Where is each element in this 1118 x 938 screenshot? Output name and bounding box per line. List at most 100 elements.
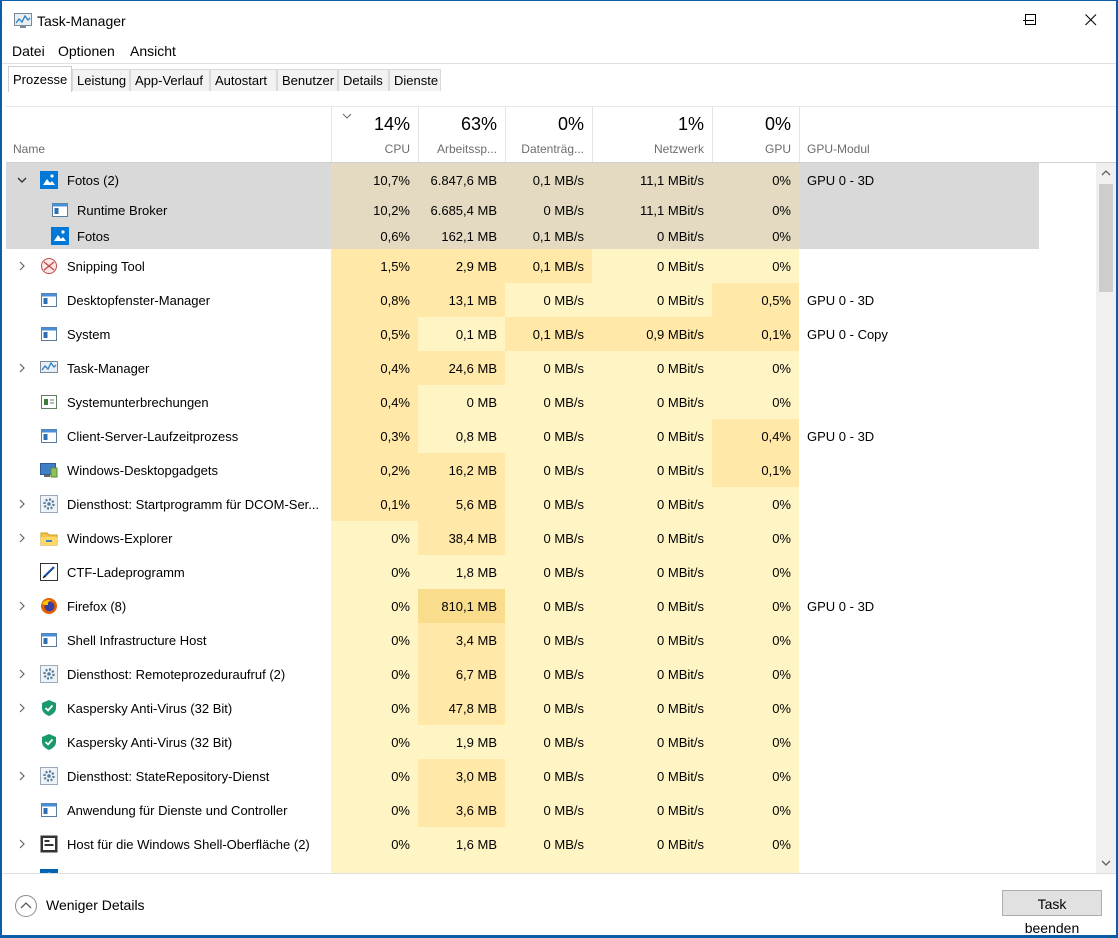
process-name-cell: Client-Server-Laufzeitprozess [6, 419, 331, 453]
process-mem-value: 13,1 MB [418, 283, 505, 317]
process-net-value: 0 MBit/s [592, 385, 712, 419]
column-header-name[interactable]: Name [6, 107, 331, 162]
collapse-details-icon[interactable] [14, 894, 38, 918]
chevron-right-icon[interactable] [16, 600, 28, 612]
column-label-disk: Datenträg... [521, 142, 584, 156]
menu-optionen[interactable]: Optionen [58, 43, 115, 59]
process-disk-value: 0 MB/s [505, 589, 592, 623]
process-row[interactable]: Firefox (8) 0% 810,1 MB 0 MB/s 0 MBit/s 0% GPU… [6, 589, 1094, 623]
process-row[interactable]: Diensthost: Remoteprozeduraufruf (2) 0% 6,… [6, 657, 1094, 691]
process-disk-value: 0,1 MB/s [505, 317, 592, 351]
sub-process-row[interactable]: Runtime Broker 10,2% 6.685,4 MB 0 MB/s 11,1 … [6, 197, 1094, 223]
process-gpu-engine-value [799, 351, 1039, 385]
process-gpu-engine-value [799, 385, 1039, 419]
process-name: Fotos [77, 228, 110, 244]
process-name: Anwendung für Dienste und Controller [67, 802, 288, 818]
chevron-right-icon[interactable] [16, 260, 28, 272]
process-row[interactable]: Kaspersky Anti-Virus (32 Bit) 0% 1,9 MB 0 M… [6, 725, 1094, 759]
process-row[interactable]: Windows-Explorer 0% 38,4 MB 0 MB/s 0 MBit/s 0… [6, 521, 1094, 555]
photos-icon [40, 171, 58, 189]
task-manager-app-icon [14, 13, 32, 29]
process-gpu-engine-value [799, 487, 1039, 521]
process-gpu-value: 0% [712, 589, 799, 623]
process-name-cell: Runtime Broker [6, 197, 331, 223]
column-header-network[interactable]: 1% Netzwerk [592, 107, 712, 162]
chevron-right-icon[interactable] [16, 498, 28, 510]
process-row[interactable]: Shell Infrastructure Host 0% 3,4 MB 0 MB/s 0… [6, 623, 1094, 657]
menu-datei[interactable]: Datei [12, 43, 45, 59]
column-header-memory[interactable]: 63% Arbeitssp... [418, 107, 505, 162]
process-mem-value: 1,9 MB [418, 725, 505, 759]
tab-benutzer[interactable]: Benutzer [277, 69, 338, 91]
process-mem-value: 24,6 MB [418, 351, 505, 385]
process-cpu-value: 0% [331, 521, 418, 555]
menu-ansicht[interactable]: Ansicht [130, 43, 176, 59]
tab-leistung[interactable]: Leistung [72, 69, 130, 91]
process-row[interactable]: Windows-Desktopgadgets 0,2% 16,2 MB 0 MB/s 0… [6, 453, 1094, 487]
process-cpu-value: 0,5% [331, 317, 418, 351]
process-row[interactable]: Kaspersky Anti-Virus (32 Bit) 0% 47,8 MB 0 … [6, 691, 1094, 725]
scroll-down-icon[interactable] [1101, 860, 1111, 867]
shield-icon [40, 733, 58, 751]
chevron-right-icon[interactable] [16, 668, 28, 680]
process-mem-value: 6.685,4 MB [418, 197, 505, 223]
chevron-right-icon[interactable] [16, 532, 28, 544]
tab-dienste[interactable]: Dienste [389, 69, 441, 91]
scrollbar-thumb[interactable] [1099, 184, 1113, 292]
process-row[interactable]: Anwendung für Dienste und Controller 0% 3,… [6, 793, 1094, 827]
tab-prozesse[interactable]: Prozesse [8, 66, 72, 92]
column-header-disk[interactable]: 0% Datenträg... [505, 107, 592, 162]
tab-bar: Prozesse Leistung App-Verlauf Autostart … [2, 64, 1116, 92]
chevron-right-icon[interactable] [16, 362, 28, 374]
sub-process-row[interactable]: Fotos 0,6% 162,1 MB 0,1 MB/s 0 MBit/s 0% [6, 223, 1094, 249]
process-row[interactable]: Fotos (2) 10,7% 6.847,6 MB 0,1 MB/s 11,1 MBi… [6, 163, 1094, 197]
tab-app-verlauf[interactable]: App-Verlauf [130, 69, 210, 91]
process-mem-value: 0,8 MB [418, 419, 505, 453]
process-name-cell: Desktopfenster-Manager [6, 283, 331, 317]
chevron-right-icon[interactable] [16, 702, 28, 714]
column-header-gpu-engine[interactable]: GPU-Modul [799, 107, 1039, 162]
process-name-cell: Kaspersky Anti-Virus (32 Bit) [6, 691, 331, 725]
process-row[interactable]: Task-Manager 0,4% 24,6 MB 0 MB/s 0 MBit/s 0% [6, 351, 1094, 385]
process-row[interactable]: CTF-Ladeprogramm 0% 1,8 MB 0 MB/s 0 MBit/s 0% [6, 555, 1094, 589]
close-button[interactable] [1068, 1, 1114, 39]
process-net-value: 0 MBit/s [592, 223, 712, 249]
chevron-right-icon[interactable] [16, 838, 28, 850]
column-header-gpu[interactable]: 0% GPU [712, 107, 799, 162]
tab-details[interactable]: Details [338, 69, 389, 91]
vertical-scrollbar[interactable] [1096, 163, 1116, 874]
process-row[interactable]: Desktopfenster-Manager 0,8% 13,1 MB 0 MB/s 0… [6, 283, 1094, 317]
process-cpu-value: 0% [331, 657, 418, 691]
process-row[interactable]: Diensthost: StateRepository-Dienst 0% 3,0 … [6, 759, 1094, 793]
process-disk-value: 0 MB/s [505, 283, 592, 317]
process-gpu-engine-value: GPU 0 - 3D [807, 598, 875, 614]
process-row[interactable]: System 0,5% 0,1 MB 0,1 MB/s 0,9 MBit/s 0,1% GP… [6, 317, 1094, 351]
column-label-network: Netzwerk [653, 142, 704, 156]
column-header-cpu[interactable]: 14% CPU [331, 107, 418, 162]
scissors-icon [40, 257, 58, 275]
process-name: Systemunterbrechungen [67, 394, 209, 410]
process-cpu-value: 0% [331, 725, 418, 759]
less-details-link[interactable]: Weniger Details [46, 897, 145, 913]
process-gpu-value: 0% [712, 249, 799, 283]
process-cpu-value: 10,7% [331, 163, 418, 197]
process-net-value: 0 MBit/s [592, 555, 712, 589]
tab-autostart[interactable]: Autostart [210, 69, 277, 91]
process-row[interactable]: Snipping Tool 1,5% 2,9 MB 0,1 MB/s 0 MBit/s 0… [6, 249, 1094, 283]
process-disk-value: 0 MB/s [505, 385, 592, 419]
process-disk-value: 0 MB/s [505, 197, 592, 223]
process-row[interactable]: Systemunterbrechungen 0,4% 0 MB 0 MB/s 0 MBi… [6, 385, 1094, 419]
process-mem-value: 162,1 MB [418, 223, 505, 249]
process-cpu-value: 0% [331, 555, 418, 589]
process-name-cell: Diensthost: StateRepository-Dienst [6, 759, 331, 793]
process-row[interactable]: Diensthost: Startprogramm für DCOM-Ser..… [6, 487, 1094, 521]
end-task-button[interactable]: Task beenden [1002, 890, 1102, 935]
process-cpu-value: 0% [331, 827, 418, 861]
process-row[interactable]: Host für die Windows Shell-Oberfläche (2… [6, 827, 1094, 861]
process-table: Name 14% CPU 63% Arbeitssp... 0% Datentr… [6, 106, 1116, 874]
chevron-right-icon[interactable] [16, 770, 28, 782]
chevron-down-icon[interactable] [16, 174, 28, 186]
scroll-up-icon[interactable] [1101, 169, 1111, 176]
process-row[interactable]: Client-Server-Laufzeitprozess 0,3% 0,8 MB 0… [6, 419, 1094, 453]
title-bar[interactable]: Task-Manager [2, 1, 1116, 39]
